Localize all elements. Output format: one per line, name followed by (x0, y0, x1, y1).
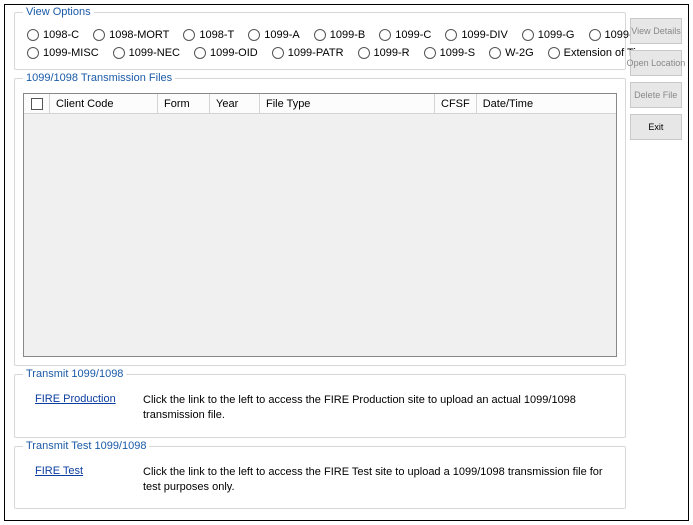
view-options-row-2: 1099-MISC 1099-NEC 1099-OID 1099-PATR 1099-R… (27, 47, 613, 59)
table-header: Client Code Form Year File Type CFSF Dat… (24, 94, 616, 114)
radio-1098-mort-label: 1098-MORT (109, 29, 169, 41)
radio-1099-c-indicator (379, 29, 391, 41)
column-year[interactable]: Year (210, 94, 260, 113)
radio-1099-s-label: 1099-S (440, 47, 475, 59)
exit-label: Exit (648, 122, 663, 133)
radio-1099-r-label: 1099-R (374, 47, 410, 59)
radio-1099-a[interactable]: 1099-A (248, 29, 299, 41)
column-client-code[interactable]: Client Code (50, 94, 158, 113)
transmission-files-table[interactable]: Client Code Form Year File Type CFSF Dat… (23, 93, 617, 357)
transmit-group: Transmit 1099/1098 FIRE Production Click… (14, 374, 626, 438)
fire-test-link[interactable]: FIRE Test (35, 465, 131, 477)
exit-button[interactable]: Exit (630, 114, 682, 140)
radio-1099-g-label: 1099-G (538, 29, 575, 41)
radio-1099-r-indicator (358, 47, 370, 59)
radio-1099-r[interactable]: 1099-R (358, 47, 410, 59)
radio-w-2g-label: W-2G (505, 47, 534, 59)
column-file-type[interactable]: File Type (260, 94, 435, 113)
column-cfsf[interactable]: CFSF (435, 94, 477, 113)
radio-1099-b-label: 1099-B (330, 29, 365, 41)
radio-1099-a-indicator (248, 29, 260, 41)
radio-1098-mort-indicator (93, 29, 105, 41)
radio-1098-t-label: 1098-T (199, 29, 234, 41)
radio-1099-div-label: 1099-DIV (461, 29, 507, 41)
view-options-group: View Options 1098-C1098-MORT1098-T1099-A… (14, 12, 626, 70)
radio-1099-b-indicator (314, 29, 326, 41)
radio-1098-c[interactable]: 1098-C (27, 29, 79, 41)
table-body-empty (24, 114, 616, 356)
transmit-title: Transmit 1099/1098 (23, 368, 126, 380)
radio-w-2g-indicator (489, 47, 501, 59)
radio-1099-oid-label: 1099-OID (210, 47, 258, 59)
radio-1099-oid-indicator (194, 47, 206, 59)
open-location-button[interactable]: Open Location (630, 50, 682, 76)
radio-1099-int-indicator (589, 29, 601, 41)
radio-w-2g[interactable]: W-2G (489, 47, 534, 59)
side-button-panel: View Details Open Location Delete File E… (630, 18, 682, 146)
view-options-title: View Options (23, 6, 94, 18)
radio-1099-misc[interactable]: 1099-MISC (27, 47, 99, 59)
fire-production-link[interactable]: FIRE Production (35, 393, 131, 405)
radio-1099-g[interactable]: 1099-G (522, 29, 575, 41)
radio-1099-patr-indicator (272, 47, 284, 59)
radio-1099-patr-label: 1099-PATR (288, 47, 344, 59)
view-details-button[interactable]: View Details (630, 18, 682, 44)
view-options-row-1: 1098-C 1098-MORT 1098-T 1099-A 1099-B 1099-C 1… (27, 29, 613, 41)
radio-1099-nec-label: 1099-NEC (129, 47, 180, 59)
column-date-time[interactable]: Date/Time (477, 94, 616, 113)
radio-1098-c-indicator (27, 29, 39, 41)
radio-1099-patr[interactable]: 1099-PATR (272, 47, 344, 59)
radio-1099-s[interactable]: 1099-S (424, 47, 475, 59)
radio-1099-c-label: 1099-C (395, 29, 431, 41)
radio-1099-oid[interactable]: 1099-OID (194, 47, 258, 59)
column-checkbox[interactable] (24, 94, 50, 113)
delete-file-label: Delete File (634, 90, 677, 101)
transmit-test-group: Transmit Test 1099/1098 FIRE Test Click … (14, 446, 626, 510)
radio-1099-a-label: 1099-A (264, 29, 299, 41)
radio-1099-misc-indicator (27, 47, 39, 59)
radio-extension-of-time-indicator (548, 47, 560, 59)
radio-1098-t[interactable]: 1098-T (183, 29, 234, 41)
transmission-files-title: 1099/1098 Transmission Files (23, 72, 175, 84)
delete-file-button[interactable]: Delete File (630, 82, 682, 108)
radio-1099-b[interactable]: 1099-B (314, 29, 365, 41)
radio-1099-c[interactable]: 1099-C (379, 29, 431, 41)
radio-1099-g-indicator (522, 29, 534, 41)
view-details-label: View Details (631, 26, 681, 37)
radio-1099-misc-label: 1099-MISC (43, 47, 99, 59)
radio-1099-nec[interactable]: 1099-NEC (113, 47, 180, 59)
transmission-files-group: 1099/1098 Transmission Files Client Code… (14, 78, 626, 366)
radio-1099-nec-indicator (113, 47, 125, 59)
radio-1098-c-label: 1098-C (43, 29, 79, 41)
radio-1099-s-indicator (424, 47, 436, 59)
column-form[interactable]: Form (158, 94, 210, 113)
radio-1099-div-indicator (445, 29, 457, 41)
fire-test-desc: Click the link to the left to access the… (143, 465, 609, 495)
transmit-test-title: Transmit Test 1099/1098 (23, 440, 149, 452)
radio-1099-div[interactable]: 1099-DIV (445, 29, 507, 41)
open-location-label: Open Location (627, 58, 686, 69)
radio-1098-t-indicator (183, 29, 195, 41)
radio-1098-mort[interactable]: 1098-MORT (93, 29, 169, 41)
select-all-checkbox[interactable] (31, 98, 43, 110)
fire-production-desc: Click the link to the left to access the… (143, 393, 609, 423)
